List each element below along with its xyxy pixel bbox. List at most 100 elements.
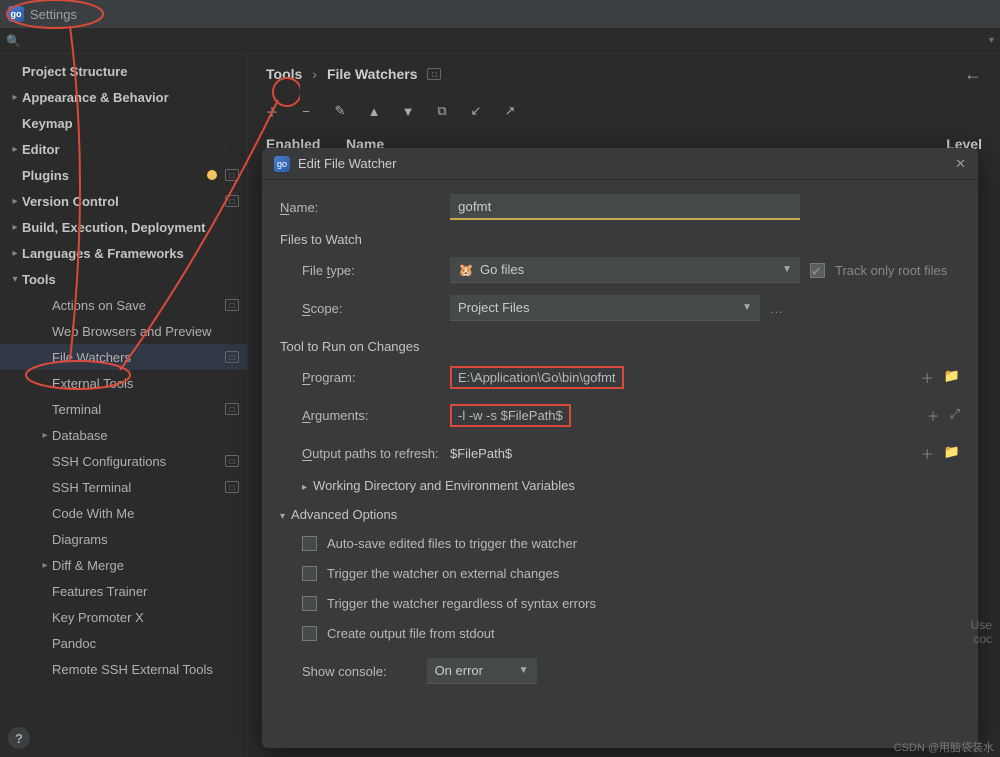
- sidebar-item-label: Key Promoter X: [52, 610, 239, 625]
- sidebar-item-languages-frameworks[interactable]: ▸Languages & Frameworks: [0, 240, 247, 266]
- back-arrow-icon[interactable]: ←: [964, 64, 982, 85]
- scope-select[interactable]: Project Files ▼: [450, 295, 760, 321]
- dialog-title: Edit File Watcher: [298, 156, 397, 171]
- edit-file-watcher-dialog: go Edit File Watcher ✕ Name: Files to Wa…: [262, 148, 978, 748]
- down-button[interactable]: ▼: [398, 101, 418, 121]
- tool-section: Tool to Run on Changes: [280, 339, 960, 354]
- dialog-titlebar: go Edit File Watcher ✕: [262, 148, 978, 180]
- name-label: Name:: [280, 200, 450, 215]
- remove-button[interactable]: −: [296, 101, 316, 121]
- sidebar-item-keymap[interactable]: Keymap: [0, 110, 247, 136]
- sidebar-item-label: Version Control: [22, 194, 221, 209]
- sidebar-item-terminal[interactable]: Terminal □: [0, 396, 247, 422]
- sidebar-item-label: Plugins: [22, 168, 207, 183]
- browse-icon[interactable]: 📁: [944, 444, 960, 463]
- sidebar-item-features-trainer[interactable]: Features Trainer: [0, 578, 247, 604]
- browse-icon[interactable]: 📁: [944, 368, 960, 387]
- settings-tree[interactable]: Project Structure ▸Appearance & Behavior K…: [0, 54, 248, 757]
- sidebar-item-build-execution-deployment[interactable]: ▸Build, Execution, Deployment: [0, 214, 247, 240]
- project-tag-icon: □: [225, 169, 239, 181]
- add-macro-icon[interactable]: ＋: [921, 368, 934, 387]
- add-macro-icon[interactable]: ＋: [921, 444, 934, 463]
- files-to-watch-section: Files to Watch: [280, 232, 960, 247]
- edit-button[interactable]: ✎: [330, 101, 350, 121]
- crumb-file-watchers[interactable]: File Watchers: [327, 66, 418, 82]
- toolbar: ＋ − ✎ ▲ ▼ ⧉ ↙ ↗: [248, 94, 1000, 128]
- sidebar-item-label: Languages & Frameworks: [22, 246, 239, 261]
- scope-more-button[interactable]: …: [770, 301, 783, 316]
- sidebar-item-tools[interactable]: ▾Tools: [0, 266, 247, 292]
- sidebar-item-label: Project Structure: [22, 64, 239, 79]
- sidebar-item-label: Diagrams: [52, 532, 239, 547]
- sidebar-item-file-watchers[interactable]: File Watchers□: [0, 344, 247, 370]
- sidebar-item-diff-merge[interactable]: ▸Diff & Merge: [0, 552, 247, 578]
- chevron-right-icon: ›: [312, 66, 317, 82]
- sidebar-item-label: File Watchers: [52, 350, 221, 365]
- close-icon[interactable]: ✕: [955, 156, 966, 172]
- project-tag-icon: □: [225, 195, 239, 207]
- watermark: CSDN @用脑袋装水: [894, 739, 994, 755]
- sidebar-item-project-structure[interactable]: Project Structure: [0, 58, 247, 84]
- name-field[interactable]: [450, 194, 800, 220]
- sidebar-item-plugins[interactable]: Plugins □: [0, 162, 247, 188]
- sidebar-item-label: Web Browsers and Preview: [52, 324, 239, 339]
- output-paths-field[interactable]: $FilePath$: [450, 446, 921, 461]
- sidebar-item-ssh-terminal[interactable]: SSH Terminal□: [0, 474, 247, 500]
- add-button[interactable]: ＋: [262, 101, 282, 121]
- caret-icon: ▸: [38, 430, 52, 441]
- caret-icon: ▸: [8, 92, 22, 103]
- advanced-option-label: Trigger the watcher on external changes: [327, 566, 559, 581]
- project-tag-icon: □: [225, 403, 239, 415]
- import-button[interactable]: ↙: [466, 101, 486, 121]
- program-field[interactable]: E:\Application\Go\bin\gofmt: [450, 366, 624, 389]
- sidebar-item-label: SSH Terminal: [52, 480, 221, 495]
- advanced-option-label: Create output file from stdout: [327, 626, 495, 641]
- sidebar-item-diagrams[interactable]: Diagrams: [0, 526, 247, 552]
- sidebar-item-remote-ssh-external-tools[interactable]: Remote SSH External Tools: [0, 656, 247, 682]
- dialog-icon: go: [274, 156, 290, 172]
- advanced-option-checkbox[interactable]: [302, 596, 317, 611]
- sidebar-item-external-tools[interactable]: External Tools: [0, 370, 247, 396]
- advanced-section[interactable]: Advanced Options: [280, 507, 960, 522]
- sidebar-item-label: Terminal: [52, 402, 221, 417]
- sidebar-item-label: Actions on Save: [52, 298, 221, 313]
- up-button[interactable]: ▲: [364, 101, 384, 121]
- go-file-icon: 🐹: [458, 262, 474, 278]
- add-macro-icon[interactable]: ＋: [927, 406, 940, 425]
- sidebar-item-key-promoter-x[interactable]: Key Promoter X: [0, 604, 247, 630]
- search-row[interactable]: 🔍 ▾: [0, 28, 1000, 54]
- sidebar-item-pandoc[interactable]: Pandoc: [0, 630, 247, 656]
- crumb-tools[interactable]: Tools: [266, 66, 302, 82]
- track-only-checkbox[interactable]: ✔: [810, 263, 825, 278]
- show-console-select[interactable]: On error ▼: [427, 658, 537, 684]
- arguments-field[interactable]: -l -w -s $FilePath$: [450, 404, 571, 427]
- sidebar-item-ssh-configurations[interactable]: SSH Configurations □: [0, 448, 247, 474]
- expand-icon[interactable]: ⤢: [950, 406, 960, 425]
- sidebar-item-label: External Tools: [52, 376, 239, 391]
- sidebar-item-code-with-me[interactable]: Code With Me: [0, 500, 247, 526]
- chevron-down-icon[interactable]: ▾: [989, 35, 994, 46]
- sidebar-item-version-control[interactable]: ▸Version Control□: [0, 188, 247, 214]
- track-only-label: Track only root files: [835, 263, 947, 278]
- sidebar-item-label: SSH Configurations: [52, 454, 221, 469]
- advanced-option-label: Auto-save edited files to trigger the wa…: [327, 536, 577, 551]
- export-button[interactable]: ↗: [500, 101, 520, 121]
- sidebar-item-label: Remote SSH External Tools: [52, 662, 239, 677]
- advanced-option-checkbox[interactable]: [302, 566, 317, 581]
- help-button[interactable]: ?: [8, 727, 30, 749]
- arguments-label: Arguments:: [280, 408, 450, 423]
- advanced-option-checkbox[interactable]: [302, 626, 317, 641]
- sidebar-item-label: Keymap: [22, 116, 239, 131]
- project-tag-icon: □: [225, 455, 239, 467]
- sidebar-item-actions-on-save[interactable]: Actions on Save□: [0, 292, 247, 318]
- caret-icon: ▸: [8, 144, 22, 155]
- sidebar-item-appearance-behavior[interactable]: ▸Appearance & Behavior: [0, 84, 247, 110]
- sidebar-item-database[interactable]: ▸Database: [0, 422, 247, 448]
- sidebar-item-web-browsers-and-preview[interactable]: Web Browsers and Preview: [0, 318, 247, 344]
- file-type-select[interactable]: 🐹 Go files ▼: [450, 257, 800, 283]
- wd-env-section[interactable]: Working Directory and Environment Variab…: [280, 478, 960, 493]
- sidebar-item-editor[interactable]: ▸Editor: [0, 136, 247, 162]
- copy-button[interactable]: ⧉: [432, 101, 452, 121]
- advanced-option-checkbox[interactable]: [302, 536, 317, 551]
- advanced-option-label: Trigger the watcher regardless of syntax…: [327, 596, 596, 611]
